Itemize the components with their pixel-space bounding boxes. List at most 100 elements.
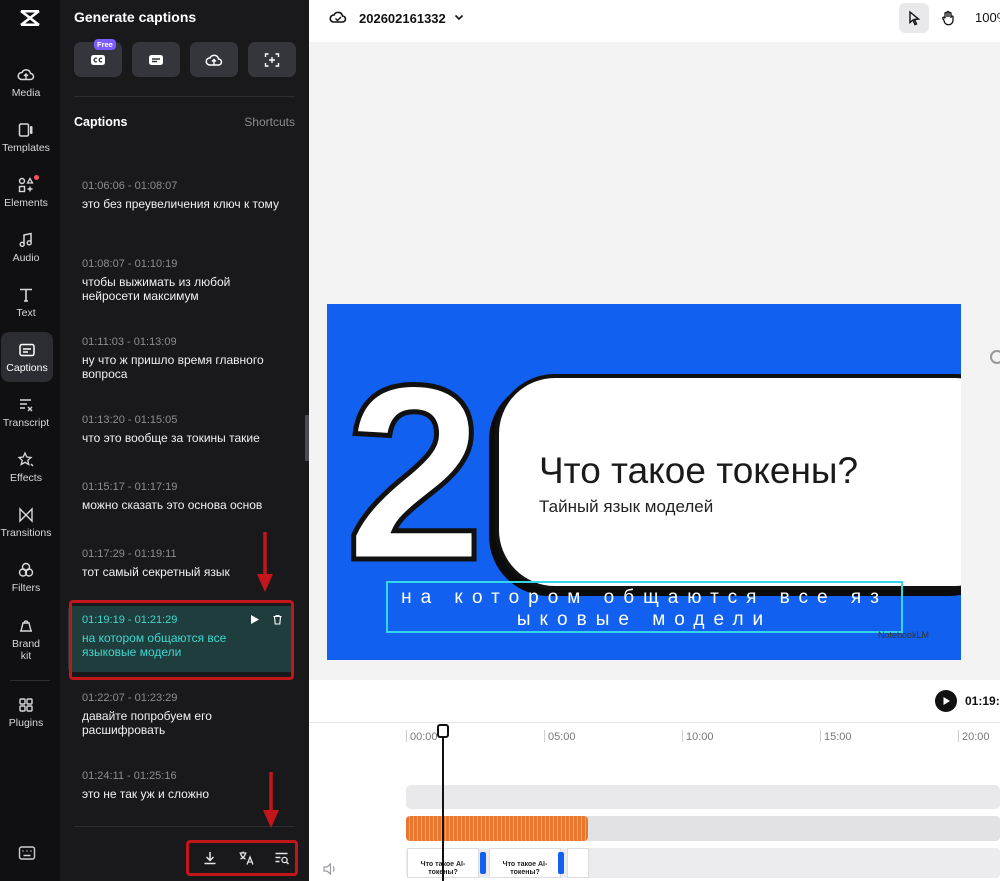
media-cloud-icon — [17, 68, 35, 80]
tick-label: 00:00 — [410, 731, 438, 743]
zoom-level[interactable]: 100% — [975, 10, 1000, 25]
captions-icon — [19, 343, 35, 356]
annotation-arrow-down-icon — [257, 532, 273, 592]
caption-track[interactable] — [406, 785, 1000, 809]
annotation-arrow-down-icon — [263, 772, 279, 828]
rail-item-elements[interactable]: Elements — [0, 168, 52, 216]
rail-item-transitions[interactable]: Transitions — [0, 498, 52, 546]
video-subtitle: Тайный язык моделей — [539, 497, 714, 516]
scan-captions-button[interactable] — [248, 42, 296, 77]
brand-kit-icon — [20, 619, 32, 632]
rail-label-kit: kit — [20, 649, 32, 662]
rail-item-audio[interactable]: Audio — [0, 223, 52, 271]
rail-item-captions[interactable]: Captions — [1, 332, 53, 382]
templates-icon — [18, 122, 33, 137]
text-icon — [20, 288, 32, 302]
playhead-handle[interactable] — [437, 724, 449, 738]
rail-item-media[interactable]: Media — [0, 58, 52, 106]
rail-label-text: Text — [16, 306, 36, 319]
keyboard-shortcuts-button[interactable] — [18, 845, 36, 866]
caption-text[interactable]: это не так уж и сложно — [82, 787, 280, 801]
caption-item[interactable]: 01:06:06 - 01:08:07 это без преувеличени… — [68, 172, 293, 211]
rail-item-plugins[interactable]: Plugins — [0, 688, 52, 736]
rail-item-transcript[interactable]: Transcript — [0, 388, 52, 436]
audio-clip[interactable] — [406, 816, 588, 841]
rail-label-transcript: Transcript — [2, 416, 50, 429]
keyboard-icon — [18, 846, 36, 860]
rail-item-brand-kit[interactable]: Brand kit — [0, 612, 52, 666]
caption-text[interactable]: чтобы выжимать из любой нейросети максим… — [82, 275, 280, 303]
video-preview[interactable]: 2 Что такое токены? Тайный язык моделей … — [327, 304, 961, 660]
timeline-divider — [309, 722, 1000, 723]
captions-heading: Captions — [74, 115, 128, 129]
caption-time: 01:13:20 - 01:15:05 — [82, 414, 178, 426]
shortcuts-link[interactable]: Shortcuts — [244, 115, 295, 129]
caption-text[interactable]: давайте попробуем его расшифровать — [82, 709, 280, 737]
caption-item[interactable]: 01:08:07 - 01:10:19 чтобы выжимать из лю… — [68, 250, 293, 303]
manual-captions-button[interactable] — [132, 42, 180, 77]
thumbnail-accent — [558, 852, 564, 874]
upload-captions-button[interactable] — [190, 42, 238, 77]
rail-item-text[interactable]: Text — [0, 278, 52, 326]
rotate-handle[interactable] — [990, 350, 1000, 364]
rail-item-filters[interactable]: Filters — [0, 553, 52, 601]
rail-label-transitions: Transitions — [0, 526, 52, 539]
timeline: 01:19: 00:00 05:00 10:00 15:00 20:00 Что… — [309, 680, 1000, 881]
rail-divider — [10, 680, 50, 681]
tick-line — [958, 730, 959, 742]
chevron-down-icon[interactable] — [453, 11, 465, 23]
caption-item[interactable]: 01:11:03 - 01:13:09 ну что ж пришло врем… — [68, 328, 293, 381]
playhead[interactable] — [442, 728, 444, 881]
subtitle-icon — [149, 54, 163, 65]
tick-label: 15:00 — [824, 731, 852, 743]
video-thumbnail-partial[interactable] — [567, 848, 589, 878]
filters-icon — [18, 562, 34, 577]
rail-label-elements: Elements — [4, 196, 48, 209]
caption-time: 01:06:06 - 01:08:07 — [82, 180, 178, 192]
tick-line — [820, 730, 821, 742]
tick-line — [544, 730, 545, 742]
tick-label: 20:00 — [962, 731, 990, 743]
captions-panel: Generate captions Free Captions Shortcut… — [60, 0, 309, 881]
big-number: 2 — [342, 333, 486, 612]
auto-captions-button[interactable]: Free — [74, 39, 122, 77]
caption-overlay-line-1: на котором общаются все яз — [401, 587, 888, 608]
cc-icon — [91, 54, 105, 65]
music-note-icon — [19, 232, 32, 247]
tick-line — [406, 730, 407, 742]
capcut-logo-icon — [20, 9, 40, 27]
volume-icon[interactable] — [323, 863, 337, 875]
caption-text[interactable]: это без преувеличения ключ к тому — [82, 197, 280, 211]
transitions-icon — [19, 506, 33, 523]
video-thumbnail[interactable]: Что такое AI-токены? — [489, 848, 561, 878]
project-name[interactable]: 202602161332 — [359, 11, 446, 26]
rail-label-brand: Brand — [11, 637, 41, 650]
scan-text-icon — [264, 52, 280, 67]
hand-tool-button[interactable] — [933, 3, 963, 33]
tick-label: 10:00 — [686, 731, 714, 743]
rail-item-effects[interactable]: Effects — [0, 443, 52, 491]
panel-divider — [74, 96, 295, 97]
top-bar: 202602161332 100% — [309, 0, 1000, 42]
rail-item-templates[interactable]: Templates — [0, 113, 52, 161]
caption-item[interactable]: 01:24:11 - 01:25:16 это не так уж и слож… — [68, 762, 293, 801]
rail-label-captions: Captions — [6, 361, 48, 374]
transcript-icon — [20, 398, 33, 411]
caption-text[interactable]: можно сказать это основа основ — [82, 498, 280, 512]
caption-time: 01:24:11 - 01:25:16 — [82, 770, 177, 782]
select-tool-button[interactable] — [899, 3, 929, 33]
caption-time: 01:15:17 - 01:17:19 — [82, 481, 178, 493]
cloud-sync-icon[interactable] — [329, 9, 347, 25]
play-button[interactable] — [935, 690, 957, 712]
caption-item[interactable]: 01:22:07 - 01:23:29 давайте попробуем ег… — [68, 684, 293, 737]
caption-text[interactable]: что это вообще за токины такие — [82, 431, 280, 445]
caption-item[interactable]: 01:13:20 - 01:15:05 что это вообще за то… — [68, 406, 293, 445]
thumbnail-accent — [480, 852, 486, 874]
left-rail: Media Templates Elements Audio Text Capt… — [0, 0, 60, 881]
tick-line — [682, 730, 683, 742]
caption-item[interactable]: 01:15:17 - 01:17:19 можно сказать это ос… — [68, 473, 293, 512]
capcut-logo[interactable] — [0, 4, 60, 32]
caption-text[interactable]: ну что ж пришло время главного вопроса — [82, 353, 280, 381]
caption-text[interactable]: тот самый секретный язык — [82, 565, 280, 579]
new-dot-badge — [34, 175, 39, 180]
